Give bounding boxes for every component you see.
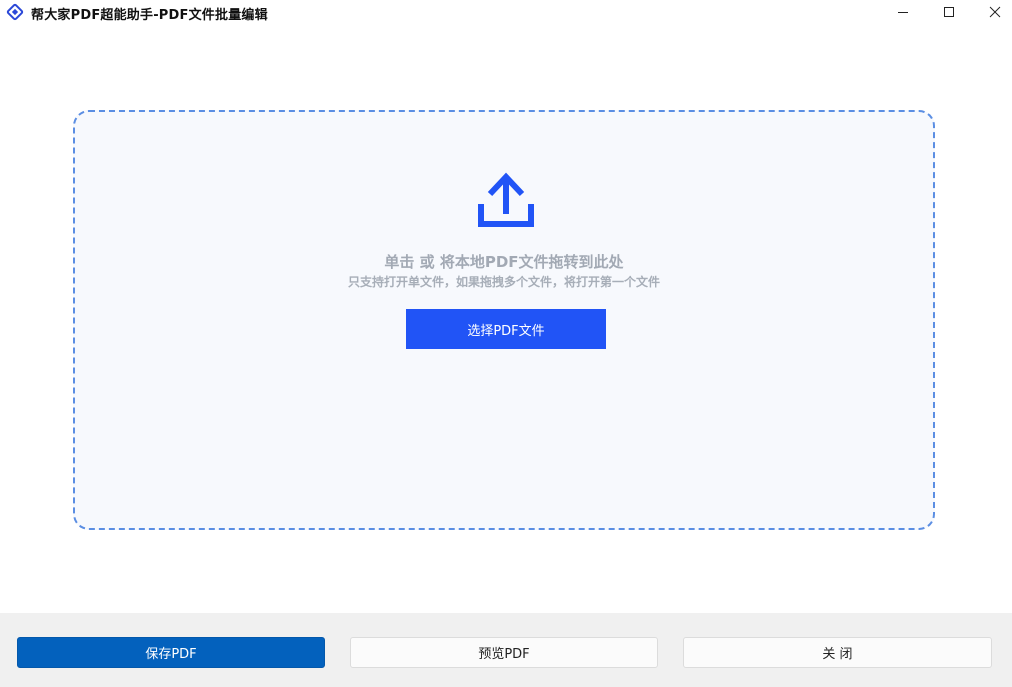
title-bar[interactable]: 帮大家PDF超能助手-PDF文件批量编辑 <box>0 0 1012 24</box>
file-drop-zone[interactable]: 单击 或 将本地PDF文件拖转到此处 只支持打开单文件，如果拖拽多个文件，将打开… <box>73 110 935 530</box>
drop-instruction: 单击 或 将本地PDF文件拖转到此处 <box>384 253 624 271</box>
maximize-icon <box>944 7 954 17</box>
close-icon <box>989 6 1001 18</box>
footer-bar: 保存PDF 预览PDF 关 闭 <box>0 613 1012 687</box>
minimize-icon <box>898 12 908 13</box>
upload-icon <box>478 172 534 227</box>
save-pdf-button[interactable]: 保存PDF <box>17 637 325 668</box>
select-pdf-button[interactable]: 选择PDF文件 <box>406 309 606 349</box>
minimize-button[interactable] <box>880 0 926 24</box>
app-logo-icon <box>6 3 24 21</box>
close-button[interactable]: 关 闭 <box>683 637 992 668</box>
maximize-button[interactable] <box>926 0 972 24</box>
drop-hint: 只支持打开单文件，如果拖拽多个文件，将打开第一个文件 <box>347 275 660 289</box>
preview-pdf-button[interactable]: 预览PDF <box>350 637 658 668</box>
window-title: 帮大家PDF超能助手-PDF文件批量编辑 <box>31 8 268 23</box>
close-window-button[interactable] <box>972 0 1012 24</box>
